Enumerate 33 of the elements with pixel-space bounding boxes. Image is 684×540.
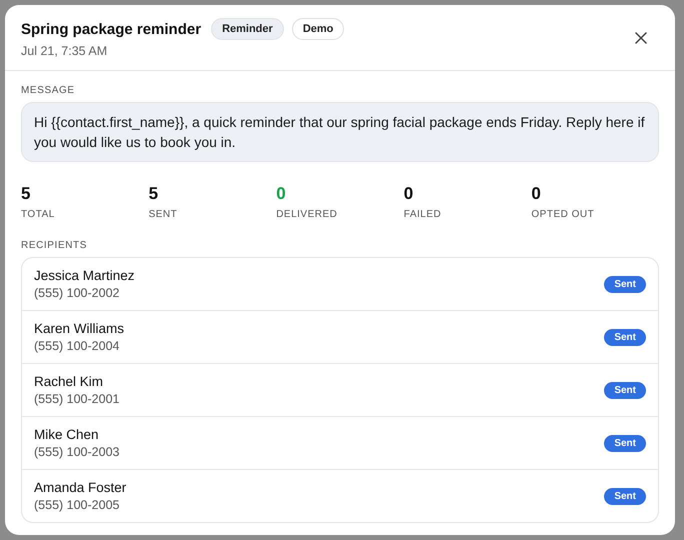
status-badge: Sent xyxy=(604,276,646,292)
tag: Demo xyxy=(292,18,344,40)
recipient-name: Mike Chen xyxy=(34,427,100,442)
recipient-phone: (555) 100-2001 xyxy=(34,392,120,406)
modal-title: Spring package reminder xyxy=(21,20,202,38)
stat-value: 0 xyxy=(276,184,287,204)
recipient-name: Jessica Martinez xyxy=(34,268,135,283)
stat-label: OPTED OUT xyxy=(531,209,596,220)
stat-label: SENT xyxy=(148,209,178,220)
status-badge: Sent xyxy=(604,488,646,504)
timestamp: Jul 21, 7:35 AM xyxy=(21,44,108,58)
message-text: Hi {{contact.first_name}}, a quick reminder that our spring facial package ends Friday. Reply here if you would like us to book you in. xyxy=(21,102,659,162)
stat-value: 5 xyxy=(21,184,32,204)
section-label: RECIPIENTS xyxy=(21,240,88,251)
stat-value: 5 xyxy=(148,184,160,204)
recipient-phone: (555) 100-2004 xyxy=(34,339,120,353)
tag: Reminder xyxy=(211,18,284,40)
status-badge: Sent xyxy=(604,328,646,346)
status-badge: Sent xyxy=(604,434,646,452)
section-label: MESSAGE xyxy=(21,85,76,96)
stat-label: FAILED xyxy=(404,209,442,220)
close-icon xyxy=(635,32,647,44)
stat-label: TOTAL xyxy=(21,209,56,220)
stat-label: DELIVERED xyxy=(276,209,338,220)
recipient-name: Amanda Foster xyxy=(34,480,126,495)
recipient-name: Karen Williams xyxy=(34,321,124,336)
recipient-phone: (555) 100-2005 xyxy=(34,498,120,512)
stat-value: 0 xyxy=(404,184,414,204)
recipient-name: Rachel Kim xyxy=(34,374,104,389)
recipient-phone: (555) 100-2002 xyxy=(34,286,120,300)
status-badge: Sent xyxy=(604,382,646,398)
recipient-phone: (555) 100-2003 xyxy=(34,445,120,459)
stat-value: 0 xyxy=(531,184,542,204)
